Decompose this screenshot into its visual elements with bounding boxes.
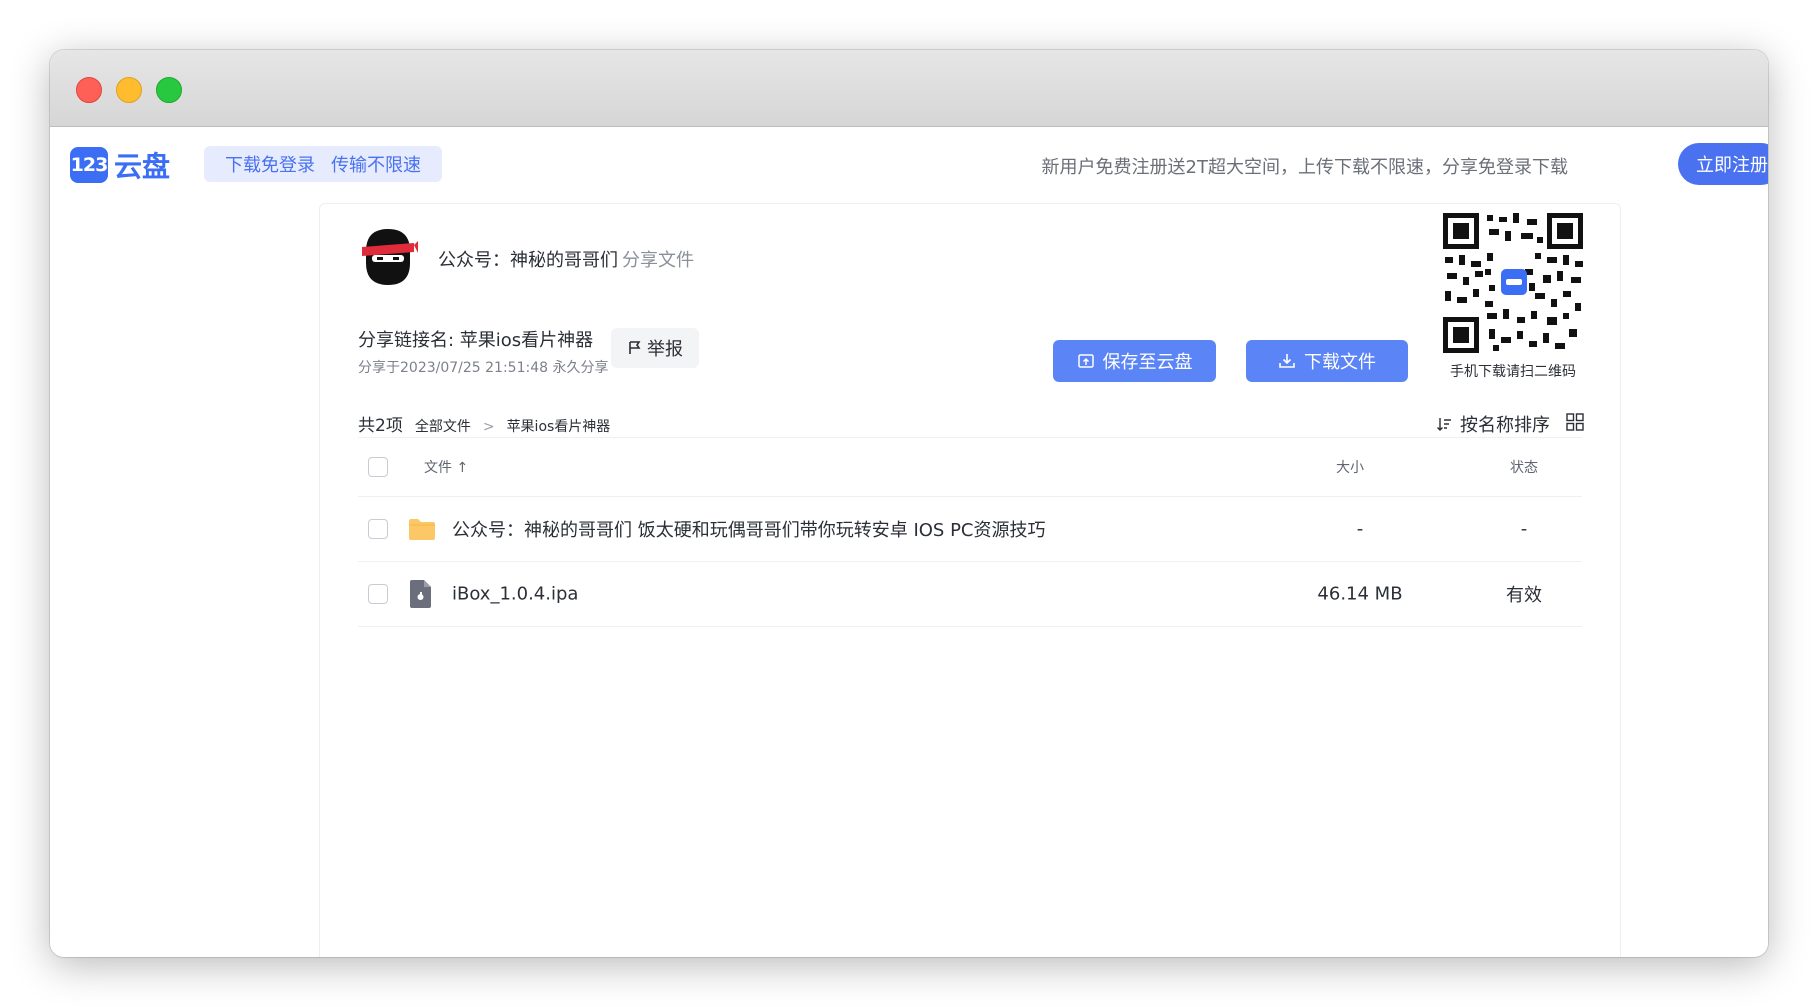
file-name[interactable]: 公众号：神秘的哥哥们 饭太硬和玩偶哥哥们带你玩转安卓 IOS PC资源技巧 bbox=[452, 516, 1046, 542]
promo-text-unlimited-speed: 传输不限速 bbox=[331, 155, 421, 176]
table-header: 文件 ↑ 大小 状态 bbox=[358, 437, 1582, 497]
share-panel: 公众号：神秘的哥哥们 分享文件 分享链接名: 苹果ios看片神器 分享于2023/… bbox=[319, 203, 1621, 957]
breadcrumb-separator: > bbox=[482, 419, 495, 435]
save-to-cloud-button[interactable]: 保存至云盘 bbox=[1053, 340, 1216, 382]
save-to-cloud-label: 保存至云盘 bbox=[1102, 352, 1193, 373]
save-to-cloud-icon bbox=[1077, 354, 1094, 368]
qr-code bbox=[1443, 213, 1583, 353]
table-row[interactable]: iBox_1.0.4.ipa 46.14 MB 有效 bbox=[358, 562, 1582, 627]
column-header-status: 状态 bbox=[1510, 460, 1538, 476]
file-status: 有效 bbox=[1506, 585, 1542, 606]
close-window-button[interactable] bbox=[76, 77, 102, 103]
row-checkbox[interactable] bbox=[368, 584, 388, 604]
register-button[interactable]: 立即注册 bbox=[1678, 143, 1768, 185]
file-name[interactable]: iBox_1.0.4.ipa bbox=[452, 584, 578, 605]
sharer-name[interactable]: 公众号：神秘的哥哥们 bbox=[438, 250, 618, 271]
breadcrumb-current-folder[interactable]: 苹果ios看片神器 bbox=[507, 416, 611, 436]
promo-badge: 下载免登录 传输不限速 bbox=[204, 146, 442, 182]
maximize-window-button[interactable] bbox=[156, 77, 182, 103]
grid-view-icon[interactable] bbox=[1566, 413, 1584, 431]
sort-icon bbox=[1437, 418, 1451, 431]
report-label: 举报 bbox=[647, 339, 683, 360]
share-link-name: 分享链接名: 苹果ios看片神器 bbox=[358, 330, 594, 351]
sort-control[interactable]: 按名称排序 bbox=[1436, 411, 1550, 437]
download-icon bbox=[1279, 354, 1295, 368]
ipa-file-icon bbox=[410, 580, 431, 608]
qr-caption: 手机下载请扫二维码 bbox=[1450, 364, 1576, 380]
share-meta: 分享于2023/07/25 21:51:48 永久分享 bbox=[358, 360, 609, 376]
app-window: 123 云盘 下载免登录 传输不限速 新用户免费注册送2T超大空间，上传下载不限… bbox=[50, 50, 1768, 957]
logo-text: 云盘 bbox=[114, 150, 171, 183]
file-table: 文件 ↑ 大小 状态 公众号：神秘的哥哥们 饭太硬和玩偶哥哥们带你玩转安卓 IO… bbox=[358, 437, 1582, 627]
file-size: 46.14 MB bbox=[1317, 583, 1403, 605]
promo-text-no-login: 下载免登录 bbox=[225, 155, 315, 176]
folder-icon bbox=[409, 519, 435, 540]
sharer-suffix: 分享文件 bbox=[622, 250, 694, 271]
row-checkbox[interactable] bbox=[368, 519, 388, 539]
select-all-checkbox[interactable] bbox=[368, 457, 388, 477]
sharer-info: 公众号：神秘的哥哥们 分享文件 bbox=[438, 246, 694, 272]
download-label: 下载文件 bbox=[1304, 352, 1376, 373]
logo-mark: 123 bbox=[70, 147, 108, 183]
minimize-window-button[interactable] bbox=[116, 77, 142, 103]
file-size: - bbox=[1356, 518, 1364, 540]
item-count: 共2项 bbox=[358, 416, 403, 436]
column-header-name[interactable]: 文件 ↑ bbox=[424, 457, 468, 477]
brand-logo[interactable]: 123 云盘 bbox=[70, 145, 170, 185]
sharer-avatar bbox=[362, 229, 418, 285]
table-row[interactable]: 公众号：神秘的哥哥们 饭太硬和玩偶哥哥们带你玩转安卓 IOS PC资源技巧 - … bbox=[358, 497, 1582, 562]
download-file-button[interactable]: 下载文件 bbox=[1246, 340, 1408, 382]
header-notice: 新用户免费注册送2T超大空间，上传下载不限速，分享免登录下载 bbox=[1041, 157, 1568, 178]
page-content: 123 云盘 下载免登录 传输不限速 新用户免费注册送2T超大空间，上传下载不限… bbox=[50, 127, 1768, 957]
column-header-size: 大小 bbox=[1336, 460, 1364, 476]
file-status: - bbox=[1520, 518, 1528, 540]
breadcrumb-all-files[interactable]: 全部文件 bbox=[415, 416, 471, 436]
sort-label: 按名称排序 bbox=[1460, 415, 1550, 436]
report-icon bbox=[629, 341, 641, 354]
report-button[interactable]: 举报 bbox=[611, 328, 699, 368]
breadcrumb: 共2项 全部文件 > 苹果ios看片神器 bbox=[358, 411, 610, 436]
title-bar bbox=[50, 50, 1768, 127]
